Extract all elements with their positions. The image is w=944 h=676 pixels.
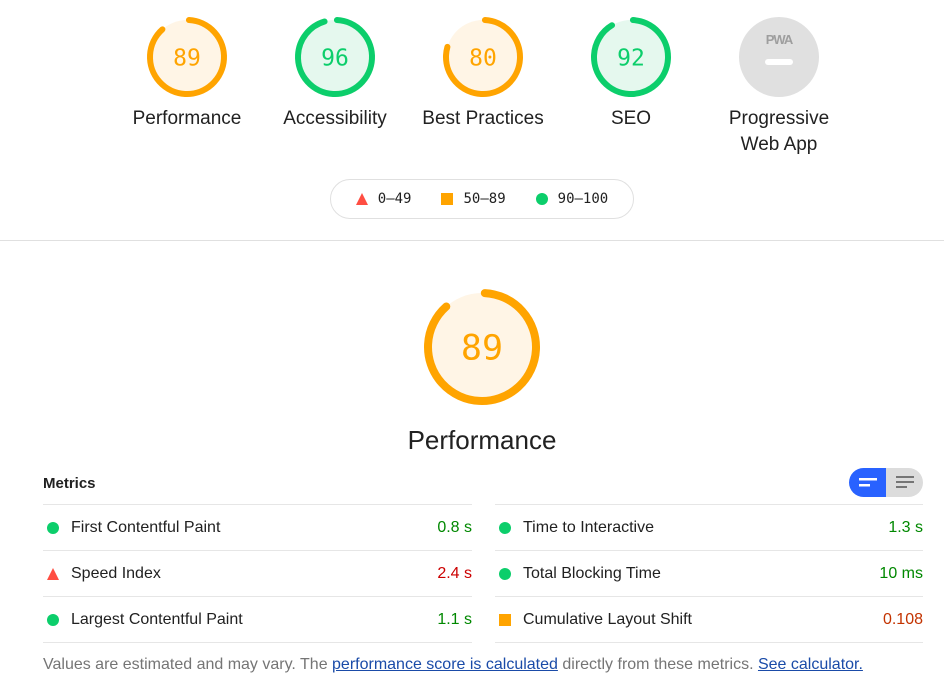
- metric-row: Cumulative Layout Shift 0.108: [495, 596, 923, 643]
- performance-score-ring: 89: [412, 288, 552, 411]
- svg-text:PWA: PWA: [766, 32, 794, 47]
- fail-triangle-icon: [47, 567, 59, 580]
- pass-circle-icon: [499, 521, 511, 534]
- gauge-score: 96: [321, 45, 349, 71]
- gauge-best-practices[interactable]: 80 Best Practices: [413, 16, 553, 132]
- pwa-badge-icon: PWA: [739, 17, 819, 97]
- metrics-footnote: Values are estimated and may vary. The p…: [43, 656, 863, 674]
- metrics-heading: Metrics: [43, 475, 96, 492]
- metric-row: Speed Index 2.4 s: [43, 550, 472, 596]
- metric-name: Time to Interactive: [523, 518, 655, 536]
- performance-title: Performance: [407, 425, 557, 455]
- metric-value: 0.8 s: [437, 518, 472, 536]
- gauge-pwa[interactable]: PWA Progressive Web App: [709, 16, 849, 158]
- metric-rating: [43, 613, 71, 626]
- footnote-text-1: Values are estimated and may vary. The: [43, 656, 333, 673]
- metric-rating: [43, 567, 71, 580]
- metric-value: 2.4 s: [437, 564, 472, 582]
- gauge-score: 89: [173, 45, 201, 71]
- gauge-label: Performance: [132, 108, 242, 129]
- metric-value: 0.108: [882, 610, 923, 628]
- gauge-ring: 80: [443, 16, 523, 97]
- performance-main-gauge: 89 Performance: [408, 288, 556, 456]
- metric-value: 1.3 s: [888, 518, 923, 536]
- metric-rating: [495, 521, 523, 534]
- metric-rating: [495, 613, 523, 626]
- metric-value: 10 ms: [879, 564, 923, 582]
- legend-average: 50–89: [441, 191, 506, 207]
- gauge-score: 80: [469, 45, 497, 71]
- metric-row: Largest Contentful Paint 1.1 s: [43, 596, 472, 643]
- score-scale-legend: 0–49 50–89 90–100: [330, 179, 634, 219]
- legend-average-range: 50–89: [463, 191, 506, 207]
- legend-pass-range: 90–100: [557, 191, 609, 207]
- expanded-view-button[interactable]: [886, 468, 923, 497]
- main-score: 89: [461, 329, 503, 369]
- gauge-label: SEO: [610, 108, 652, 129]
- legend-pass: 90–100: [535, 191, 609, 207]
- compact-view-button[interactable]: [849, 468, 886, 497]
- metric-rating: [43, 521, 71, 534]
- metric-name: Largest Contentful Paint: [71, 610, 243, 628]
- see-calculator-link[interactable]: See calculator.: [758, 656, 863, 673]
- footnote-text-2: directly from these metrics.: [557, 656, 758, 673]
- score-calculated-link[interactable]: performance score is calculated: [332, 656, 558, 673]
- pass-circle-icon: [499, 567, 511, 580]
- section-divider: [0, 240, 944, 241]
- pass-circle-icon: [47, 613, 59, 626]
- legend-fail-range: 0–49: [377, 191, 412, 207]
- category-gauges: 89 Performance 96 Accessibility 80 Best Pra…: [0, 0, 944, 240]
- square-icon: [441, 193, 454, 205]
- metric-row: First Contentful Paint 0.8 s: [43, 504, 472, 550]
- metrics-column-left: First Contentful Paint 0.8 s Speed Index 2.…: [43, 504, 472, 643]
- metric-name: Speed Index: [71, 564, 161, 582]
- metric-name: Cumulative Layout Shift: [523, 610, 692, 628]
- gauge-score: 92: [617, 45, 645, 71]
- metric-row: Time to Interactive 1.3 s: [495, 504, 923, 550]
- legend-fail: 0–49: [355, 191, 412, 207]
- metric-rating: [495, 567, 523, 580]
- gauge-ring: 96: [295, 16, 375, 97]
- metric-row: Total Blocking Time 10 ms: [495, 550, 923, 596]
- metric-name: Total Blocking Time: [523, 564, 661, 582]
- metrics-column-right: Time to Interactive 1.3 s Total Blocking T…: [495, 504, 923, 643]
- gauge-label: Best Practices: [422, 108, 544, 129]
- compact-lines-icon: [858, 477, 877, 486]
- metrics-view-toggle[interactable]: [849, 468, 923, 497]
- gauge-ring: 89: [147, 16, 227, 97]
- gauge-accessibility[interactable]: 96 Accessibility: [265, 16, 405, 132]
- pass-circle-icon: [47, 521, 59, 534]
- gauge-seo[interactable]: 92 SEO: [561, 16, 701, 132]
- gauge-label: Progressive Web App: [728, 108, 830, 155]
- gauge-ring: 92: [591, 16, 671, 97]
- gauge-performance[interactable]: 89 Performance: [117, 16, 257, 132]
- expanded-lines-icon: [895, 476, 914, 488]
- metric-value: 1.1 s: [437, 610, 472, 628]
- average-square-icon: [499, 613, 511, 626]
- triangle-icon: [355, 193, 368, 205]
- circle-icon: [535, 193, 548, 205]
- gauge-label: Accessibility: [283, 108, 387, 129]
- metric-name: First Contentful Paint: [71, 518, 221, 536]
- gauge-ring: 89: [424, 289, 540, 405]
